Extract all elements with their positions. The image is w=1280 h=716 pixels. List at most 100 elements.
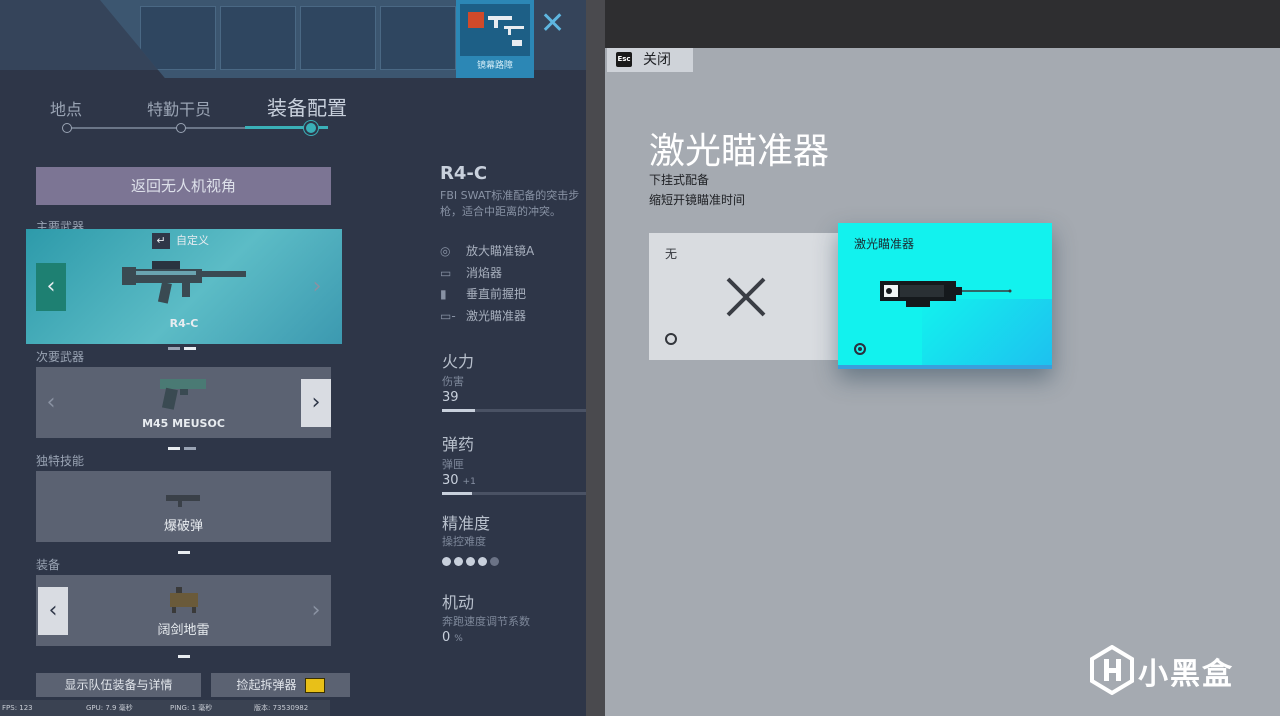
firepower-label: 火力 (442, 352, 475, 371)
version-readout: 版本: 73530982 (254, 704, 309, 712)
accuracy-pips (442, 551, 502, 570)
mobility-label: 机动 (442, 593, 475, 612)
damage-bar (442, 409, 592, 412)
operator-icon (468, 12, 484, 28)
cross-icon: ✕ (540, 6, 566, 41)
damage-value: 39 (442, 390, 459, 405)
watermark: 小黑盒 (1090, 645, 1250, 695)
tab-loadout[interactable]: 装备配置 (267, 92, 347, 121)
watermark-logo-icon (1090, 645, 1134, 695)
attachment-selection-panel: Esc 关闭 激光瞄准器 下挂式配备 缩短开镜瞄准时间 无 激光瞄准器 (605, 0, 1280, 716)
team-slot[interactable] (220, 6, 296, 70)
attachment-effect: 缩短开镜瞄准时间 (649, 193, 746, 207)
option-laser-radio[interactable] (854, 343, 866, 355)
primary-weapon-card[interactable]: ↵ 自定义 ‹ › R4-C (26, 229, 342, 350)
pickup-defuser-label: 捡起拆弹器 (236, 678, 297, 692)
ability-name: 爆破弹 (163, 519, 203, 534)
gadget-name: 阔剑地雷 (157, 623, 210, 638)
magazine-value: 30 +1 (442, 473, 476, 488)
customize-chip[interactable]: ↵ 自定义 (152, 232, 209, 249)
phase-dot (176, 123, 186, 133)
close-button[interactable]: Esc 关闭 (607, 48, 693, 72)
attachment-grip[interactable]: ▮ 垂直前握把 (440, 285, 526, 302)
pistol-icon (160, 379, 206, 410)
team-details-button[interactable]: 显示队伍装备与详情 (36, 673, 201, 697)
team-slot[interactable] (140, 6, 216, 70)
team-slot[interactable] (300, 6, 376, 70)
accuracy-pip (478, 557, 487, 566)
back-to-drone-button[interactable]: 返回无人机视角 (36, 167, 331, 205)
option-laser-label: 激光瞄准器 (854, 237, 915, 251)
handling-label: 操控难度 (442, 535, 486, 548)
damage-label: 伤害 (442, 375, 464, 388)
team-slot[interactable] (380, 6, 456, 70)
secondary-weapon-name: M45 MEUSOC (142, 417, 225, 430)
primary-next-button[interactable]: › (302, 263, 332, 311)
ability-card[interactable]: 爆破弹 (36, 471, 331, 554)
attachment-underbarrel[interactable]: ▭- 激光瞄准器 (440, 307, 526, 324)
speed-modifier-label: 奔跑速度调节系数 (442, 615, 530, 628)
selected-underline (838, 365, 1052, 369)
gadget-card[interactable]: ‹ › 阔剑地雷 (36, 575, 331, 658)
fps-readout: FPS: 123 (2, 704, 33, 712)
overlay-top-bar (605, 0, 1280, 48)
loadout-scene: 镜幕路障 ✕ 地点 特勤干员 装备配置 返回无人机视角 主要武器 ↵ 自定义 ‹ … (0, 0, 600, 716)
overlay-edge (586, 0, 605, 716)
speed-modifier-value: 0% (442, 630, 463, 645)
close-label: 关闭 (643, 52, 671, 68)
grip-icon: ▮ (440, 287, 447, 301)
attachment-type: 下挂式配备 (649, 173, 710, 187)
damage-bar-fill (442, 409, 475, 412)
attachment-sight[interactable]: ◎ 放大瞄准镜A (440, 242, 534, 259)
option-none[interactable]: 无 (649, 233, 839, 360)
tab-operator[interactable]: 特勤干员 (147, 96, 211, 120)
secondary-weapon-card[interactable]: ‹ › M45 MEUSOC (36, 367, 331, 450)
magazine-bar (442, 492, 592, 495)
secondary-pagination (167, 435, 200, 450)
weapon-detail-title: R4-C (440, 163, 488, 184)
none-cross-icon (726, 277, 766, 317)
ammo-label: 弹药 (442, 435, 475, 454)
gpu-readout: GPU: 7.9 毫秒 (86, 704, 133, 712)
teammate-portrait (460, 4, 530, 56)
option-none-radio[interactable] (665, 333, 677, 345)
phase-dot-active (306, 123, 316, 133)
ability-section-label: 独特技能 (36, 454, 85, 468)
secondary-section-label: 次要武器 (36, 350, 85, 364)
weapon-detail-description: FBI SWAT标准配备的突击步枪，适合中距离的冲突。 (440, 189, 580, 218)
enter-key-icon: ↵ (152, 233, 170, 249)
gadget-section-label: 装备 (36, 558, 61, 572)
phase-tabs: 地点 特勤干员 装备配置 (40, 96, 380, 136)
attachment-title: 激光瞄准器 (649, 131, 830, 172)
performance-stats: FPS: 123 GPU: 7.9 毫秒 PING: 1 毫秒 版本: 7353… (0, 700, 330, 716)
tab-location[interactable]: 地点 (50, 96, 82, 120)
customize-label: 自定义 (176, 234, 209, 247)
pickup-defuser-button[interactable]: 捡起拆弹器 (211, 673, 350, 697)
breach-charge-icon (166, 495, 200, 507)
option-none-label: 无 (665, 247, 678, 261)
laser-sight-icon (880, 281, 1012, 307)
teammate-name: 镜幕路障 (476, 61, 513, 71)
attachment-barrel[interactable]: ▭ 消焰器 (440, 264, 502, 281)
claymore-icon (170, 587, 198, 613)
accuracy-label: 精准度 (442, 514, 491, 533)
gadget-pagination (177, 643, 190, 658)
accuracy-pip (442, 557, 451, 566)
magazine-bar-fill (442, 492, 472, 495)
accuracy-pip (454, 557, 463, 566)
scope-icon: ◎ (440, 244, 451, 258)
defuser-case-icon (304, 678, 325, 693)
primary-weapon-name: R4-C (169, 317, 199, 330)
suppressor-icon: ▭ (440, 266, 452, 280)
accuracy-pip (466, 557, 475, 566)
accuracy-pip (490, 557, 499, 566)
laser-icon: ▭- (440, 309, 456, 323)
option-laser[interactable]: 激光瞄准器 (838, 223, 1052, 369)
teammate-card[interactable]: 镜幕路障 (456, 0, 534, 78)
esc-key-icon: Esc (616, 52, 632, 67)
magazine-label: 弹匣 (442, 458, 464, 471)
ability-pagination (177, 539, 190, 554)
primary-prev-button[interactable]: ‹ (36, 263, 66, 311)
rifle-icon (122, 261, 246, 304)
ping-readout: PING: 1 毫秒 (170, 704, 213, 712)
